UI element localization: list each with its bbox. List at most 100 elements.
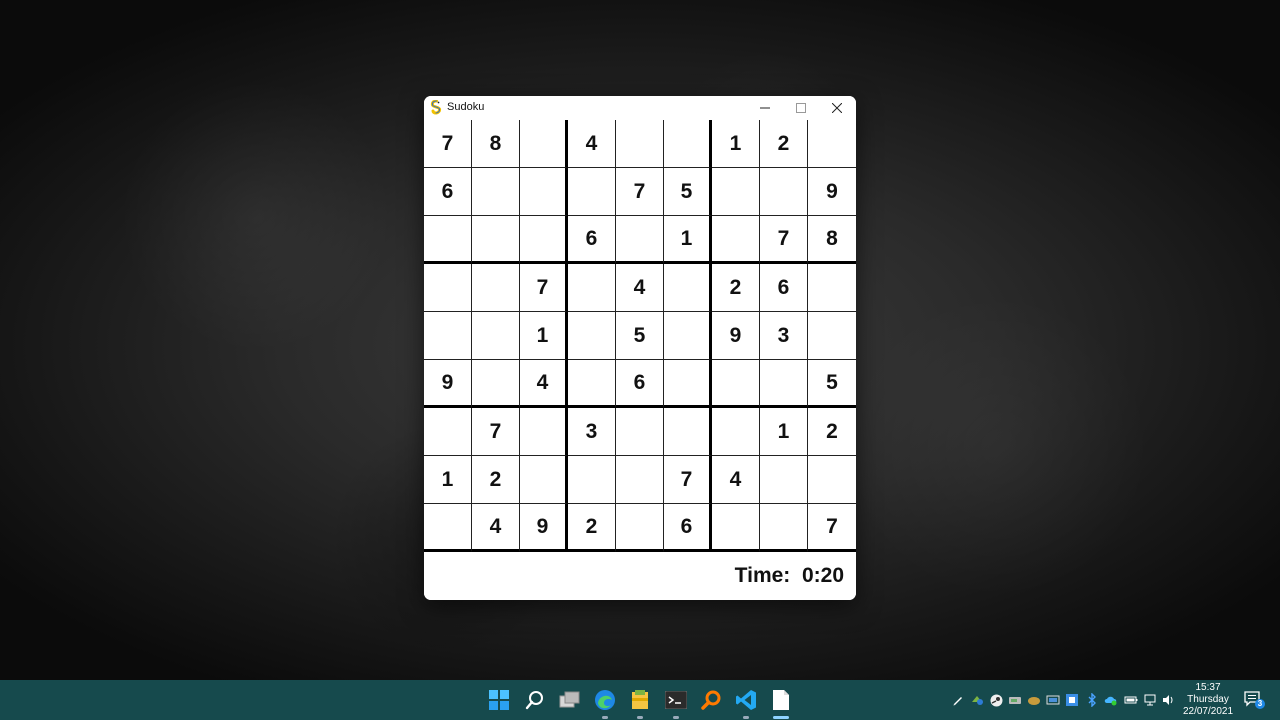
search-button[interactable] — [523, 688, 547, 712]
sudoku-cell-r2-c2[interactable] — [472, 168, 520, 216]
sudoku-cell-r6-c4[interactable] — [568, 360, 616, 408]
network-icon[interactable] — [1143, 693, 1157, 707]
sudoku-cell-r6-c9[interactable]: 5 — [808, 360, 856, 408]
sudoku-cell-r2-c9[interactable]: 9 — [808, 168, 856, 216]
sudoku-cell-r8-c1[interactable]: 1 — [424, 456, 472, 504]
tray-sync-icon[interactable] — [970, 693, 984, 707]
sudoku-cell-r8-c9[interactable] — [808, 456, 856, 504]
tray-steam-icon[interactable] — [989, 693, 1003, 707]
sudoku-cell-r4-c7[interactable]: 2 — [712, 264, 760, 312]
sudoku-cell-r4-c1[interactable] — [424, 264, 472, 312]
sudoku-cell-r9-c6[interactable]: 6 — [664, 504, 712, 552]
volume-icon[interactable] — [1162, 693, 1176, 707]
sudoku-cell-r5-c1[interactable] — [424, 312, 472, 360]
bluetooth-icon[interactable] — [1085, 693, 1099, 707]
sudoku-cell-r3-c4[interactable]: 6 — [568, 216, 616, 264]
sudoku-cell-r6-c5[interactable]: 6 — [616, 360, 664, 408]
sudoku-cell-r6-c6[interactable] — [664, 360, 712, 408]
system-clock[interactable]: 15:37 Thursday 22/07/2021 — [1182, 682, 1234, 718]
sudoku-cell-r6-c1[interactable]: 9 — [424, 360, 472, 408]
sudoku-cell-r4-c2[interactable] — [472, 264, 520, 312]
vscode-button[interactable] — [734, 688, 758, 712]
sudoku-cell-r7-c3[interactable] — [520, 408, 568, 456]
sudoku-cell-r3-c3[interactable] — [520, 216, 568, 264]
sudoku-cell-r1-c2[interactable]: 8 — [472, 120, 520, 168]
sudoku-cell-r9-c5[interactable] — [616, 504, 664, 552]
sudoku-cell-r2-c8[interactable] — [760, 168, 808, 216]
sudoku-cell-r5-c5[interactable]: 5 — [616, 312, 664, 360]
sudoku-cell-r3-c2[interactable] — [472, 216, 520, 264]
sudoku-cell-r9-c1[interactable] — [424, 504, 472, 552]
sudoku-cell-r7-c8[interactable]: 1 — [760, 408, 808, 456]
sudoku-cell-r2-c4[interactable] — [568, 168, 616, 216]
sudoku-cell-r5-c6[interactable] — [664, 312, 712, 360]
tray-cloud-icon[interactable] — [1027, 693, 1041, 707]
tray-drive-icon[interactable] — [1008, 693, 1022, 707]
sudoku-cell-r9-c9[interactable]: 7 — [808, 504, 856, 552]
sudoku-cell-r9-c8[interactable] — [760, 504, 808, 552]
sudoku-cell-r3-c9[interactable]: 8 — [808, 216, 856, 264]
sudoku-cell-r1-c9[interactable] — [808, 120, 856, 168]
sudoku-cell-r4-c9[interactable] — [808, 264, 856, 312]
sudoku-cell-r1-c5[interactable] — [616, 120, 664, 168]
sudoku-cell-r1-c4[interactable]: 4 — [568, 120, 616, 168]
sudoku-cell-r1-c7[interactable]: 1 — [712, 120, 760, 168]
sudoku-cell-r4-c3[interactable]: 7 — [520, 264, 568, 312]
sudoku-cell-r2-c1[interactable]: 6 — [424, 168, 472, 216]
tray-battery-icon[interactable] — [1124, 693, 1138, 707]
everything-search-button[interactable] — [699, 688, 723, 712]
sudoku-cell-r6-c3[interactable]: 4 — [520, 360, 568, 408]
file-explorer-button[interactable] — [628, 688, 652, 712]
terminal-button[interactable] — [664, 688, 688, 712]
sudoku-cell-r6-c8[interactable] — [760, 360, 808, 408]
sudoku-cell-r9-c4[interactable]: 2 — [568, 504, 616, 552]
sudoku-cell-r3-c6[interactable]: 1 — [664, 216, 712, 264]
title-bar[interactable]: Sudoku — [424, 96, 856, 120]
notification-center-button[interactable]: 3 — [1244, 690, 1266, 710]
sudoku-cell-r7-c5[interactable] — [616, 408, 664, 456]
sudoku-cell-r5-c3[interactable]: 1 — [520, 312, 568, 360]
sudoku-cell-r8-c8[interactable] — [760, 456, 808, 504]
sudoku-cell-r3-c5[interactable] — [616, 216, 664, 264]
sudoku-cell-r9-c7[interactable] — [712, 504, 760, 552]
sudoku-cell-r6-c7[interactable] — [712, 360, 760, 408]
sudoku-cell-r4-c8[interactable]: 6 — [760, 264, 808, 312]
sudoku-cell-r7-c2[interactable]: 7 — [472, 408, 520, 456]
sudoku-cell-r7-c1[interactable] — [424, 408, 472, 456]
sudoku-cell-r7-c9[interactable]: 2 — [808, 408, 856, 456]
sudoku-cell-r5-c9[interactable] — [808, 312, 856, 360]
notepad-button[interactable] — [769, 688, 793, 712]
close-button[interactable] — [819, 96, 855, 120]
sudoku-cell-r3-c1[interactable] — [424, 216, 472, 264]
sudoku-cell-r8-c4[interactable] — [568, 456, 616, 504]
sudoku-cell-r4-c4[interactable] — [568, 264, 616, 312]
sudoku-cell-r2-c7[interactable] — [712, 168, 760, 216]
sudoku-cell-r8-c5[interactable] — [616, 456, 664, 504]
sudoku-cell-r9-c3[interactable]: 9 — [520, 504, 568, 552]
start-button[interactable] — [487, 688, 511, 712]
sudoku-cell-r4-c5[interactable]: 4 — [616, 264, 664, 312]
sudoku-cell-r1-c3[interactable] — [520, 120, 568, 168]
sudoku-cell-r5-c4[interactable] — [568, 312, 616, 360]
sudoku-cell-r2-c3[interactable] — [520, 168, 568, 216]
sudoku-cell-r5-c8[interactable]: 3 — [760, 312, 808, 360]
sudoku-cell-r2-c5[interactable]: 7 — [616, 168, 664, 216]
tray-display-icon[interactable] — [1046, 693, 1060, 707]
sudoku-cell-r7-c4[interactable]: 3 — [568, 408, 616, 456]
sudoku-cell-r8-c7[interactable]: 4 — [712, 456, 760, 504]
sudoku-cell-r7-c7[interactable] — [712, 408, 760, 456]
sudoku-cell-r4-c6[interactable] — [664, 264, 712, 312]
sudoku-cell-r2-c6[interactable]: 5 — [664, 168, 712, 216]
edge-button[interactable] — [593, 688, 617, 712]
sudoku-cell-r8-c3[interactable] — [520, 456, 568, 504]
tray-onedrive-icon[interactable] — [1104, 693, 1118, 707]
task-view-button[interactable] — [558, 688, 582, 712]
maximize-button[interactable] — [783, 96, 819, 120]
sudoku-cell-r7-c6[interactable] — [664, 408, 712, 456]
sudoku-cell-r8-c2[interactable]: 2 — [472, 456, 520, 504]
sudoku-cell-r5-c7[interactable]: 9 — [712, 312, 760, 360]
sudoku-cell-r3-c8[interactable]: 7 — [760, 216, 808, 264]
sudoku-cell-r1-c1[interactable]: 7 — [424, 120, 472, 168]
minimize-button[interactable] — [747, 96, 783, 120]
sudoku-cell-r8-c6[interactable]: 7 — [664, 456, 712, 504]
